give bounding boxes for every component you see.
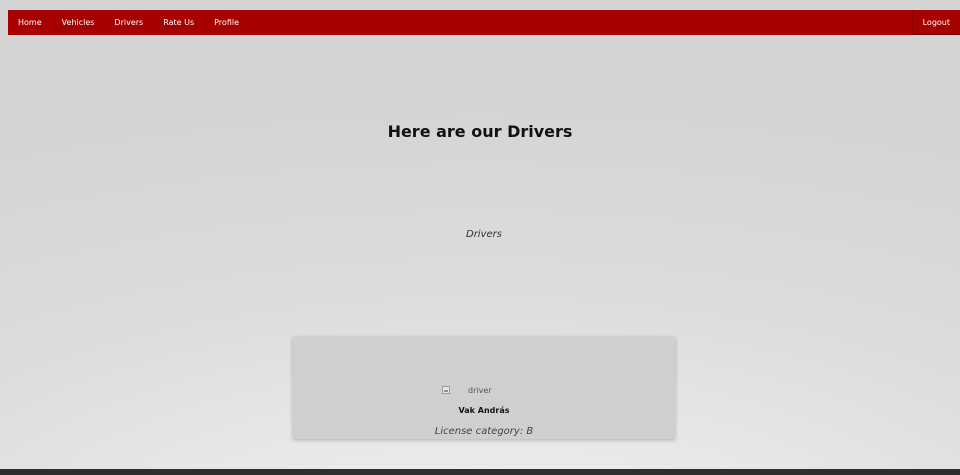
- nav-home-link[interactable]: Home: [8, 10, 52, 35]
- driver-photo: driver: [442, 384, 512, 396]
- nav-rate-us-link[interactable]: Rate Us: [153, 10, 204, 35]
- driver-name: Vak András: [458, 406, 510, 415]
- logout-button[interactable]: Logout: [911, 10, 960, 35]
- driver-license-category: License category: B: [434, 426, 534, 437]
- bottom-bar: [0, 469, 960, 475]
- driver-card: driver Vak András License category: B: [293, 337, 675, 439]
- broken-image-icon: [442, 386, 450, 394]
- nav-vehicles-link[interactable]: Vehicles: [52, 10, 105, 35]
- top-navbar: Home Vehicles Drivers Rate Us Profile Lo…: [8, 10, 960, 35]
- page-title: Here are our Drivers: [387, 122, 573, 141]
- driver-photo-alt-text: driver: [468, 385, 492, 395]
- drivers-section-label: Drivers: [466, 229, 502, 240]
- nav-drivers-link[interactable]: Drivers: [104, 10, 153, 35]
- nav-profile-link[interactable]: Profile: [204, 10, 249, 35]
